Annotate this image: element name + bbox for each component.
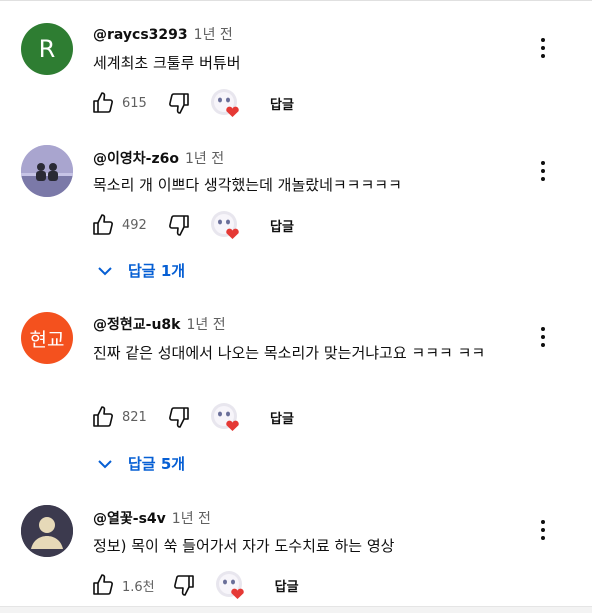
author-name[interactable]: @이영차-z6o [93,151,179,167]
creator-heart-icon [211,403,239,431]
comment-header: @raycs3293 1년 전 [93,24,233,44]
dislike-button[interactable] [166,212,192,238]
more-actions-button[interactable] [535,518,551,542]
comment-text: 진짜 같은 성대에서 나오는 목소리가 맞는거냐고요 ㅋㅋㅋ ㅋㅋ [93,344,486,362]
more-actions-button[interactable] [535,325,551,349]
author-name[interactable]: @정현교-u8k [93,317,180,333]
user-silhouette-icon [21,505,73,557]
creator-heart[interactable] [215,570,245,600]
comment-time[interactable]: 1년 전 [185,151,224,167]
chevron-down-icon [98,266,112,275]
comment-header: @이영차-z6o 1년 전 [93,148,224,168]
creator-heart-icon [211,89,239,117]
thumbs-up-icon [93,406,113,427]
more-actions-button[interactable] [535,36,551,60]
show-replies-button[interactable]: 답글 1개 [96,260,185,281]
like-count: 821 [122,409,147,425]
creator-heart[interactable] [210,88,240,118]
more-vert-icon [541,327,545,331]
chevron-down-icon [98,459,112,468]
comment-text: 목소리 개 이쁘다 생각했는데 개놀랐네ㅋㅋㅋㅋㅋ [93,176,402,194]
thumbs-up-icon [93,92,113,113]
avatar[interactable]: 현교 [21,312,73,364]
reply-button[interactable]: 답글 [275,576,299,595]
reply-button[interactable]: 답글 [270,94,294,113]
author-name[interactable]: @열꽃-s4v [93,511,166,527]
more-vert-icon [541,161,545,165]
more-actions-button[interactable] [535,159,551,183]
like-button[interactable] [90,212,116,238]
comment-text: 정보) 목이 쑥 들어가서 자가 도수치료 하는 영상 [93,537,395,555]
thumbs-up-icon [93,214,113,235]
comment-time[interactable]: 1년 전 [172,511,211,527]
thumbs-down-icon [173,575,194,596]
replies-count-label: 답글 5개 [128,455,186,473]
avatar[interactable] [21,145,73,197]
like-button[interactable] [90,404,116,430]
avatar-photo-image [21,145,73,197]
creator-heart-icon [215,571,244,599]
creator-heart[interactable] [210,402,240,432]
dislike-button[interactable] [166,404,192,430]
thumbs-down-icon [169,215,189,236]
comment-actions: 1.6천 답글 [90,571,299,599]
reply-button[interactable]: 답글 [270,408,294,427]
top-divider [0,0,592,1]
show-replies-button[interactable]: 답글 5개 [96,453,185,474]
comment-actions: 492 답글 [90,211,294,239]
like-count: 615 [122,95,147,111]
thumbs-up-icon [93,574,113,595]
avatar-initial: 현교 [29,328,65,351]
like-button[interactable] [90,572,116,598]
more-vert-icon [541,520,545,524]
reply-button[interactable]: 답글 [270,216,294,235]
like-button[interactable] [90,90,116,116]
creator-heart-icon [211,211,239,239]
comment-header: @열꽃-s4v 1년 전 [93,508,211,528]
avatar-initial: R [38,35,56,63]
avatar[interactable]: R [21,23,73,75]
comment-time[interactable]: 1년 전 [186,317,225,333]
author-name[interactable]: @raycs3293 [93,27,188,43]
thumbs-down-icon [169,93,189,114]
creator-heart[interactable] [210,210,240,240]
comment-text: 세계최초 크툴루 버튜버 [93,54,241,72]
avatar[interactable] [21,505,73,557]
comment-actions: 821 답글 [90,403,294,431]
dislike-button[interactable] [171,572,197,598]
replies-count-label: 답글 1개 [128,262,186,280]
like-count: 1.6천 [122,579,155,595]
thumbs-down-icon [169,407,189,428]
more-vert-icon [541,38,545,42]
comment-time[interactable]: 1년 전 [194,27,233,43]
comment-actions: 615 답글 [90,89,294,117]
comment-header: @정현교-u8k 1년 전 [93,314,226,334]
like-count: 492 [122,217,147,233]
dislike-button[interactable] [166,90,192,116]
